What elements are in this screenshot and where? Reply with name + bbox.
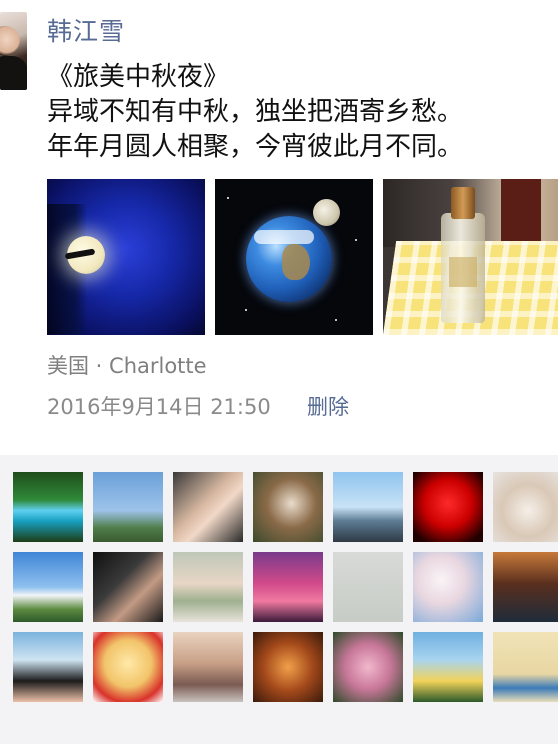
woman-portrait-avatar[interactable]	[93, 552, 163, 622]
likes-panel	[0, 455, 558, 722]
pink-flowers-avatar[interactable]	[333, 632, 403, 702]
red-rose-avatar[interactable]	[413, 472, 483, 542]
forest-dusk-avatar[interactable]	[493, 552, 558, 622]
bottle-label	[449, 257, 477, 287]
blossom-avatar[interactable]	[413, 552, 483, 622]
umbrella-cartoon-avatar[interactable]	[493, 632, 558, 702]
chinese-characters-avatar[interactable]	[333, 552, 403, 622]
footer-divider	[0, 722, 558, 744]
woman-glasses-avatar[interactable]	[173, 552, 243, 622]
post-line-2: 异域不知有中秋，独坐把酒寄乡愁。	[47, 97, 464, 127]
waterfall-avatar[interactable]	[13, 472, 83, 542]
earth-clouds	[254, 230, 314, 244]
star	[245, 309, 247, 311]
delete-button[interactable]: 删除	[307, 391, 349, 421]
post-text: 《旅美中秋夜》 异域不知有中秋，独坐把酒寄乡愁。 年年月圆人相聚，今宵彼此月不同…	[47, 60, 463, 165]
beach-man-avatar[interactable]	[333, 472, 403, 542]
door	[501, 179, 541, 241]
star	[227, 197, 229, 199]
sunset-avatar[interactable]	[253, 552, 323, 622]
earth	[246, 216, 332, 302]
statue-of-liberty-avatar[interactable]	[93, 472, 163, 542]
post-line-title: 《旅美中秋夜》	[47, 62, 230, 92]
older-woman-avatar[interactable]	[173, 632, 243, 702]
earth-land	[282, 244, 310, 280]
monkey-avatar[interactable]	[93, 632, 163, 702]
author-name[interactable]: 韩江雪	[47, 12, 125, 48]
post-line-3: 年年月圆人相聚，今宵彼此月不同。	[47, 132, 464, 162]
earth-moon-photo[interactable]	[215, 179, 373, 335]
location-link[interactable]: 美国 · Charlotte	[47, 350, 207, 380]
fox-avatar[interactable]	[493, 472, 558, 542]
orchestra-avatar[interactable]	[253, 632, 323, 702]
author-avatar[interactable]	[0, 12, 27, 90]
moon-night-photo[interactable]	[47, 179, 205, 335]
woman-smiling-avatar[interactable]	[13, 632, 83, 702]
sky-clouds-avatar[interactable]	[13, 552, 83, 622]
star	[355, 239, 357, 241]
avatar-coat	[0, 56, 27, 90]
selfie-avatar[interactable]	[173, 472, 243, 542]
owl-avatar[interactable]	[253, 472, 323, 542]
seaside-woman-avatar[interactable]	[413, 632, 483, 702]
avatar-face	[0, 26, 20, 56]
star	[335, 319, 337, 321]
moon	[313, 199, 340, 226]
liquor-bottle-photo[interactable]	[383, 179, 558, 335]
post-timestamp: 2016年9月14日 21:50	[47, 395, 271, 419]
bottle-cap	[451, 187, 475, 219]
